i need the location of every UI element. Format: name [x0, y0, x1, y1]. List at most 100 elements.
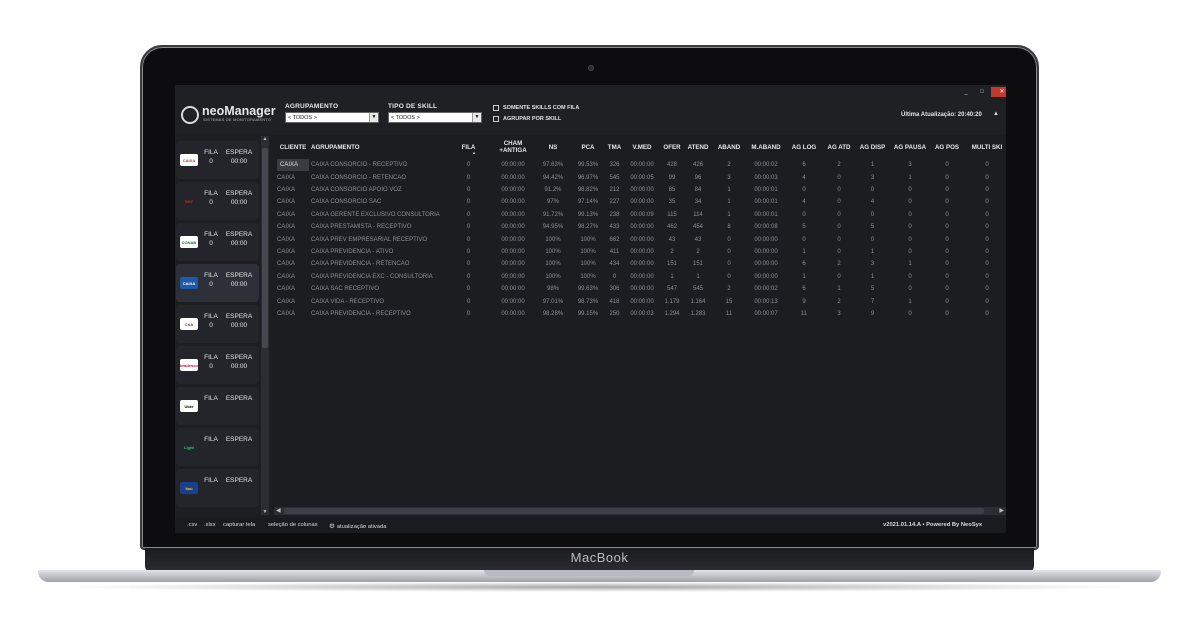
- table-row[interactable]: CAIXA CAIXA CONSORCIO - RETENCAO 0 00:00:00…: [274, 171, 1006, 183]
- column-header[interactable]: V.MED: [625, 135, 659, 159]
- agrupamento-select[interactable]: < TODOS > ▼: [285, 112, 379, 123]
- table-cell: CAIXA: [277, 236, 296, 243]
- table-cell: 1: [802, 273, 806, 280]
- table-cell: 00:00:00: [501, 236, 525, 243]
- client-card[interactable]: SKY FILA 0 ESPERA 00:00: [176, 182, 259, 220]
- table-cell: CAIXA PREV EMPRESARIAL RECEPTIVO: [311, 236, 428, 243]
- fila-value: 0: [209, 240, 213, 247]
- table-row[interactable]: CAIXA CAIXA PRESTAMISTA - RECEPTIVO 0 00:00…: [274, 221, 1006, 233]
- column-header[interactable]: OFER: [661, 135, 683, 159]
- table-row[interactable]: CAIXA CAIXA CONSORCIO - RECEPTIVO 0 00:00:0…: [274, 159, 1006, 172]
- table-cell: 99.53%: [577, 162, 599, 169]
- table-cell: 0: [466, 310, 471, 317]
- table-cell: CAIXA SAC RECEPTIVO: [311, 286, 380, 293]
- export-xlsx-link[interactable]: .xlsx: [204, 522, 216, 528]
- column-header[interactable]: AG POS: [932, 135, 962, 159]
- sidebar-scrollbar[interactable]: ▲ ▼: [261, 136, 269, 515]
- column-header[interactable]: AG DISP: [857, 135, 888, 159]
- scroll-up-icon[interactable]: ▲: [261, 136, 269, 142]
- column-header[interactable]: ATEND: [685, 135, 711, 159]
- column-header[interactable]: FILA ▲: [460, 135, 477, 159]
- table-row[interactable]: CAIXA CAIXA GERENTE EXCLUSIVO CONSULTORIA…: [274, 209, 1006, 221]
- table-cell: CAIXA: [277, 211, 296, 218]
- column-header[interactable]: ABAND: [714, 135, 744, 159]
- table-cell: 9: [870, 310, 875, 317]
- table-cell: 0: [908, 186, 912, 193]
- column-header[interactable]: AGRUPAMENTO: [311, 135, 456, 159]
- table-row[interactable]: CAIXA CAIXA CONSORCIO APOIO VOZ 0 00:00:00 9…: [274, 184, 1006, 196]
- chevron-down-icon[interactable]: ▼: [472, 113, 481, 122]
- table-row[interactable]: CAIXA CAIXA PREVIDENCIA - RETENCAO 0 00:00:…: [274, 258, 1006, 270]
- capture-screen-link[interactable]: capturar tela: [223, 522, 255, 528]
- table-cell: 15: [725, 298, 733, 305]
- scroll-right-icon[interactable]: ▶: [999, 507, 1004, 515]
- column-header[interactable]: TMA: [605, 135, 624, 159]
- espera-column: ESPERA: [224, 477, 254, 486]
- somente-skills-com-fila-option[interactable]: SOMENTE SKILLS COM FILA: [493, 105, 579, 111]
- table-row[interactable]: CAIXA CAIXA PREVIDENCIA - ATIVO 0 00:00:00 1…: [274, 246, 1006, 258]
- export-csv-link[interactable]: .csv: [187, 522, 197, 528]
- footer-bar: .csv .xlsx capturar tela seleção de colu…: [175, 518, 1006, 533]
- espera-label: ESPERA: [225, 190, 253, 197]
- client-card[interactable]: bradesco FILA 0 ESPERA 00:00: [176, 346, 259, 384]
- table-cell: 00:00:00: [630, 199, 654, 206]
- minimize-icon[interactable]: _: [959, 87, 973, 97]
- client-card[interactable]: Light FILA ESPERA: [176, 428, 259, 466]
- column-header[interactable]: CLIENTE: [277, 135, 309, 159]
- table-cell: 98.28%: [542, 310, 564, 317]
- table-row[interactable]: CAIXA CAIXA CONSORCIO SAC 0 00:00:00 97% 97.1…: [274, 196, 1006, 208]
- restore-icon[interactable]: □: [975, 87, 989, 97]
- table-row[interactable]: CAIXA CAIXA PREVIDENCIA EXC - CONSULTORIA…: [274, 271, 1006, 283]
- stage: MacBook neoManager SISTEMAS DE MONITORAM…: [0, 0, 1199, 630]
- column-header[interactable]: M.ABAND: [747, 135, 785, 159]
- agrupar-por-skill-checkbox[interactable]: [493, 116, 499, 122]
- fila-label: FILA: [204, 354, 218, 361]
- fila-column: FILA 0: [196, 272, 226, 288]
- close-icon[interactable]: ✕: [991, 87, 1006, 97]
- column-header[interactable]: AG LOG: [788, 135, 820, 159]
- chevron-down-icon[interactable]: ▼: [369, 113, 378, 122]
- caret-up-icon[interactable]: ▲: [993, 111, 999, 117]
- client-card[interactable]: CAIXA FILA 0 ESPERA 00:00: [176, 264, 259, 302]
- table-cell: 3: [837, 310, 841, 317]
- fila-value: 0: [209, 281, 213, 288]
- table-cell: 97.01%: [542, 298, 564, 305]
- somente-skills-com-fila-checkbox[interactable]: [493, 105, 499, 111]
- espera-value: 00:00: [230, 322, 248, 329]
- table-cell: 4: [802, 199, 806, 206]
- table-row[interactable]: CAIXA CAIXA PREV EMPRESARIAL RECEPTIVO 0 00…: [274, 233, 1006, 245]
- table-cell: 0: [837, 273, 841, 280]
- table-cell: 00:00:00: [501, 298, 525, 305]
- table-cell: CAIXA PRESTAMISTA - RECEPTIVO: [311, 224, 412, 231]
- agrupar-por-skill-option[interactable]: AGRUPAR POR SKILL: [493, 116, 561, 122]
- client-card[interactable]: Uber FILA ESPERA: [176, 387, 259, 425]
- table-cell: 99.15%: [577, 310, 599, 317]
- table-cell: 00:00:02: [754, 162, 778, 169]
- table-cell: CAIXA VIDA - RECEPTIVO: [311, 298, 385, 305]
- scroll-down-icon[interactable]: ▼: [261, 509, 269, 515]
- auto-update-toggle[interactable]: ⚙ atualização ativada: [329, 522, 386, 530]
- table-cell: 326: [609, 162, 620, 169]
- client-card[interactable]: Itaú FILA ESPERA: [176, 469, 259, 507]
- column-header[interactable]: AG ATD: [824, 135, 854, 159]
- table-row[interactable]: CAIXA CAIXA SAC RECEPTIVO 0 00:00:00 98% 99.6…: [274, 283, 1006, 295]
- column-selection-link[interactable]: seleção de colunas: [268, 522, 318, 528]
- sidebar-scroll-thumb[interactable]: [262, 148, 268, 348]
- column-header[interactable]: MULTI SKI: [967, 135, 1006, 159]
- table-scroll-thumb[interactable]: [284, 508, 984, 514]
- column-header[interactable]: CHAM +ANTIGA: [495, 135, 531, 159]
- table-cell: 00:00:00: [754, 273, 778, 280]
- tipo-skill-select[interactable]: < TODOS > ▼: [388, 112, 482, 123]
- table-cell: 547: [666, 286, 677, 293]
- column-header[interactable]: AG PAUSA: [891, 135, 929, 159]
- client-card[interactable]: C&A FILA 0 ESPERA 00:00: [176, 305, 259, 343]
- scroll-left-icon[interactable]: ◀: [276, 507, 281, 515]
- client-card[interactable]: CAIXA FILA 0 ESPERA 00:00: [176, 141, 259, 179]
- table-cell: 2: [696, 248, 700, 255]
- column-header[interactable]: NS: [537, 135, 569, 159]
- client-card[interactable]: CONAB FILA 0 ESPERA 00:00: [176, 223, 259, 261]
- table-horizontal-scrollbar[interactable]: ◀ ▶: [274, 507, 1006, 515]
- table-row[interactable]: CAIXA CAIXA VIDA - RECEPTIVO 0 00:00:00 97.0…: [274, 295, 1006, 307]
- table-row[interactable]: CAIXA CAIXA PREVIDENCIA - RECEPTIVO 0 00:00…: [274, 308, 1006, 320]
- column-header[interactable]: PCA: [573, 135, 603, 159]
